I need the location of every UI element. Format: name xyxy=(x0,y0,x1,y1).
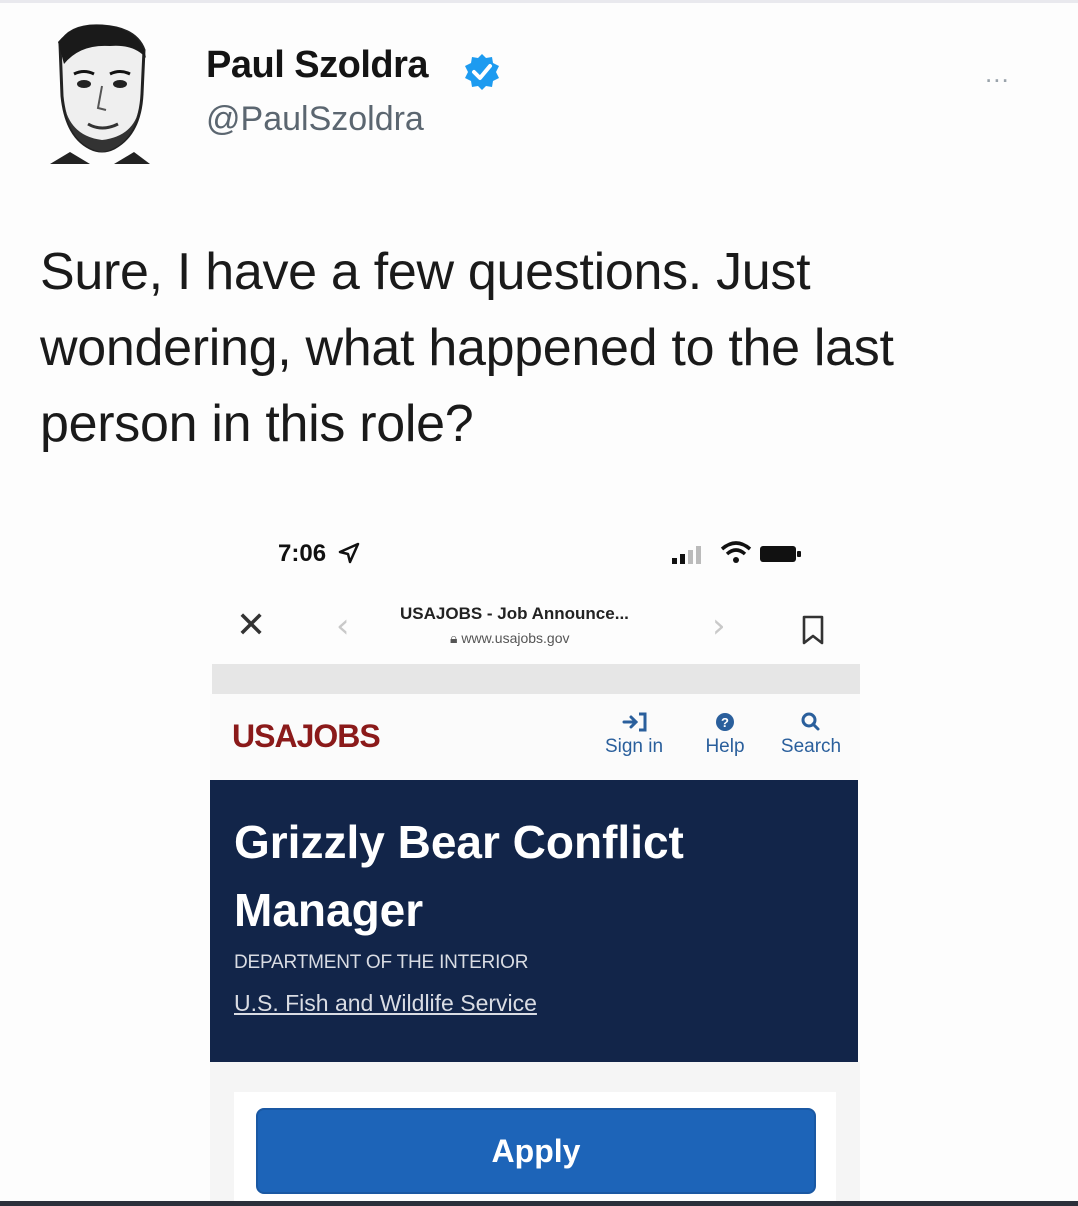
verified-badge-icon xyxy=(465,54,499,90)
sign-in-link[interactable]: Sign in xyxy=(602,708,666,758)
bookmark-icon[interactable] xyxy=(800,614,826,646)
close-icon[interactable]: ✕ xyxy=(236,608,266,644)
job-banner: Grizzly Bear Conflict Manager DEPARTMENT… xyxy=(210,780,858,1062)
author-handle[interactable]: @PaulSzoldra xyxy=(206,100,424,139)
attached-screenshot[interactable]: 7:06 ✕ ‹ USAJOBS - Job Announce... 🔒︎ ww… xyxy=(210,520,860,1206)
help-label: Help xyxy=(705,736,745,757)
top-border xyxy=(0,0,1078,3)
wifi-icon xyxy=(720,541,752,563)
lock-icon: 🔒︎ xyxy=(450,630,458,646)
forward-icon[interactable]: › xyxy=(712,608,726,644)
bottom-border xyxy=(0,1201,1078,1206)
more-options-icon[interactable]: ... xyxy=(985,58,1010,89)
job-title-line1: Grizzly Bear Conflict xyxy=(234,816,684,868)
search-icon xyxy=(801,712,820,731)
browser-divider xyxy=(212,664,860,694)
apply-button[interactable]: Apply xyxy=(256,1108,816,1194)
help-icon: ? xyxy=(716,713,734,731)
sign-in-icon xyxy=(622,712,647,732)
battery-icon xyxy=(760,546,801,562)
usajobs-logo[interactable]: USAJOBS xyxy=(232,718,381,755)
browser-page-title: USAJOBS - Job Announce... xyxy=(400,604,629,623)
svg-text:?: ? xyxy=(721,715,729,730)
search-link[interactable]: Search xyxy=(776,708,846,758)
status-time: 7:06 xyxy=(278,540,327,567)
agency-link[interactable]: U.S. Fish and Wildlife Service xyxy=(234,990,537,1017)
search-label: Search xyxy=(780,736,842,757)
url-text: www.usajobs.gov xyxy=(461,630,570,646)
job-title: Grizzly Bear Conflict Manager xyxy=(234,808,834,944)
sign-in-label: Sign in xyxy=(604,736,664,757)
help-link[interactable]: ? Help xyxy=(698,708,752,758)
tweet-text: Sure, I have a few questions. Just wonde… xyxy=(40,243,894,453)
location-arrow-icon xyxy=(338,542,360,564)
author-name[interactable]: Paul Szoldra xyxy=(206,44,429,87)
browser-url[interactable]: 🔒︎ www.usajobs.gov xyxy=(450,630,570,647)
back-icon[interactable]: ‹ xyxy=(336,608,350,644)
job-title-line2: Manager xyxy=(234,884,424,936)
signal-icon xyxy=(672,546,701,564)
tweet-card: Paul Szoldra @PaulSzoldra ... Sure, I ha… xyxy=(0,0,1078,1206)
department-name: DEPARTMENT OF THE INTERIOR xyxy=(234,952,529,973)
avatar[interactable] xyxy=(50,24,154,164)
